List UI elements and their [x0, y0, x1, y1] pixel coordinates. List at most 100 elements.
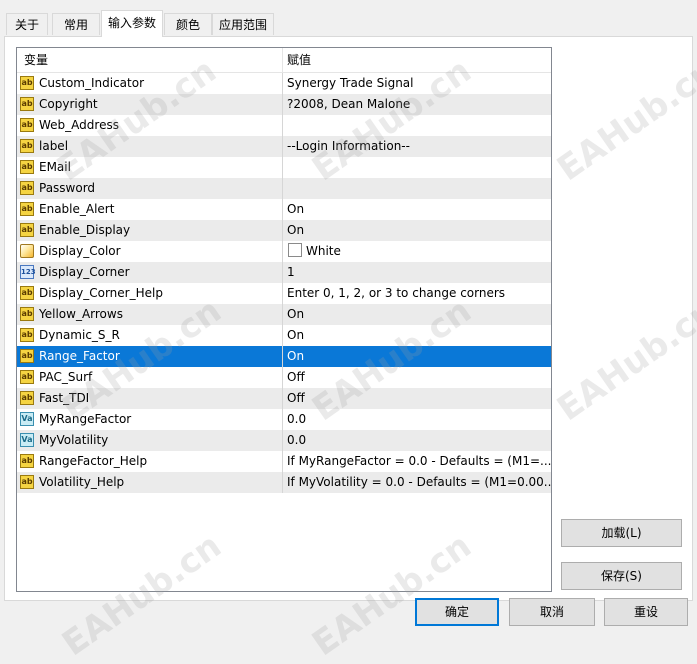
tab-input-parameters[interactable]: 输入参数 [101, 10, 163, 37]
load-button[interactable]: 加载(L) [561, 519, 682, 547]
parameter-value[interactable]: Synergy Trade Signal [283, 73, 551, 94]
parameter-row-volatility-help[interactable]: ab Volatility_Help If MyVolatility = 0.0 -… [17, 472, 551, 493]
parameter-name-text: Display_Corner [39, 265, 130, 279]
column-header-value[interactable]: 赋值 [283, 48, 551, 72]
parameter-row-email[interactable]: ab EMail [17, 157, 551, 178]
parameter-value[interactable]: 0.0 [283, 409, 551, 430]
parameter-value-text: On [287, 349, 305, 363]
parameter-row-range-factor[interactable]: ab Range_Factor On [17, 346, 551, 367]
parameter-name-text: Display_Color [39, 244, 121, 258]
parameter-row-pac-surf[interactable]: ab PAC_Surf Off [17, 367, 551, 388]
parameter-value[interactable] [283, 115, 551, 136]
parameter-row-copyright[interactable]: ab Copyright ?2008, Dean Malone [17, 94, 551, 115]
parameter-value[interactable] [283, 178, 551, 199]
parameter-value-text: Enter 0, 1, 2, or 3 to change corners [287, 286, 506, 300]
parameter-name-text: Fast_TDI [39, 391, 90, 405]
parameter-value-text: White [306, 244, 341, 258]
parameter-value[interactable]: 0.0 [283, 430, 551, 451]
parameter-value[interactable]: On [283, 220, 551, 241]
parameter-name-text: EMail [39, 160, 71, 174]
parameter-row-myrangefactor[interactable]: Va MyRangeFactor 0.0 [17, 409, 551, 430]
parameter-value[interactable]: White [283, 241, 551, 262]
parameter-name-text: MyRangeFactor [39, 412, 132, 426]
parameter-value[interactable]: If MyVolatility = 0.0 - Defaults = (M1=0… [283, 472, 551, 493]
parameter-value[interactable]: Enter 0, 1, 2, or 3 to change corners [283, 283, 551, 304]
grid-header: 变量 赋值 [17, 48, 551, 73]
string-type-icon: ab [20, 328, 34, 342]
parameter-value[interactable]: On [283, 325, 551, 346]
parameter-value-text: On [287, 307, 305, 321]
parameter-value[interactable]: On [283, 346, 551, 367]
parameter-row-fast-tdi[interactable]: ab Fast_TDI Off [17, 388, 551, 409]
parameter-name-text: Volatility_Help [39, 475, 125, 489]
parameter-value[interactable]: If MyRangeFactor = 0.0 - Defaults = (M1=… [283, 451, 551, 472]
parameter-value[interactable]: Off [283, 367, 551, 388]
parameter-value-text: 1 [287, 265, 295, 279]
parameter-value[interactable]: 1 [283, 262, 551, 283]
string-type-icon: ab [20, 160, 34, 174]
save-button[interactable]: 保存(S) [561, 562, 682, 590]
parameter-name: Va MyVolatility [17, 430, 283, 451]
string-type-icon: ab [20, 139, 34, 153]
parameter-name-text: Display_Corner_Help [39, 286, 163, 300]
parameter-name: ab EMail [17, 157, 283, 178]
parameter-value[interactable]: On [283, 199, 551, 220]
string-type-icon: ab [20, 97, 34, 111]
parameter-name: ab PAC_Surf [17, 367, 283, 388]
parameter-row-display-corner[interactable]: 123 Display_Corner 1 [17, 262, 551, 283]
parameter-row-enable-alert[interactable]: ab Enable_Alert On [17, 199, 551, 220]
tab-scope[interactable]: 应用范围 [212, 13, 274, 35]
reset-button[interactable]: 重设 [604, 598, 688, 626]
parameter-name-text: Enable_Display [39, 223, 131, 237]
string-type-icon: ab [20, 223, 34, 237]
parameter-name-text: PAC_Surf [39, 370, 93, 384]
parameter-name: ab Password [17, 178, 283, 199]
string-type-icon: ab [20, 454, 34, 468]
parameter-name: ab Fast_TDI [17, 388, 283, 409]
parameter-row-display-corner-help[interactable]: ab Display_Corner_Help Enter 0, 1, 2, or 3… [17, 283, 551, 304]
tab-common[interactable]: 常用 [52, 13, 100, 35]
parameter-row-yellow-arrows[interactable]: ab Yellow_Arrows On [17, 304, 551, 325]
integer-type-icon: 123 [20, 265, 36, 279]
parameter-name-text: Dynamic_S_R [39, 328, 120, 342]
cancel-button[interactable]: 取消 [509, 598, 595, 626]
parameter-value-text: On [287, 202, 305, 216]
double-type-icon: Va [20, 412, 34, 426]
string-type-icon: ab [20, 370, 34, 384]
parameter-name: ab Web_Address [17, 115, 283, 136]
parameter-row-myvolatility[interactable]: Va MyVolatility 0.0 [17, 430, 551, 451]
parameter-row-web-address[interactable]: ab Web_Address [17, 115, 551, 136]
parameter-row-password[interactable]: ab Password [17, 178, 551, 199]
double-type-icon: Va [20, 433, 34, 447]
parameter-row-dynamic-s-r[interactable]: ab Dynamic_S_R On [17, 325, 551, 346]
tab-about[interactable]: 关于 [6, 13, 48, 35]
parameter-name: 123 Display_Corner [17, 262, 283, 283]
column-header-variable[interactable]: 变量 [17, 48, 283, 72]
tab-colors[interactable]: 颜色 [164, 13, 212, 35]
parameter-value-text: If MyVolatility = 0.0 - Defaults = (M1=0… [287, 475, 551, 489]
parameter-row-rangefactor-help[interactable]: ab RangeFactor_Help If MyRangeFactor = 0.0… [17, 451, 551, 472]
parameters-grid[interactable]: 变量 赋值 ab Custom_Indicator Synergy Trade Si… [16, 47, 552, 592]
parameter-value[interactable] [283, 157, 551, 178]
parameter-value-text: On [287, 328, 305, 342]
parameter-value-text: Off [287, 370, 305, 384]
parameter-value-text: Off [287, 391, 305, 405]
parameter-row-label[interactable]: ab label --Login Information-- [17, 136, 551, 157]
parameter-value[interactable]: ?2008, Dean Malone [283, 94, 551, 115]
parameter-row-custom-indicator[interactable]: ab Custom_Indicator Synergy Trade Signal [17, 73, 551, 94]
parameter-value[interactable]: --Login Information-- [283, 136, 551, 157]
parameter-name: Display_Color [17, 241, 283, 262]
parameter-name: ab Enable_Display [17, 220, 283, 241]
parameter-name: ab Enable_Alert [17, 199, 283, 220]
parameter-name-text: Enable_Alert [39, 202, 115, 216]
color-type-icon [20, 244, 34, 258]
string-type-icon: ab [20, 118, 34, 132]
parameter-value[interactable]: On [283, 304, 551, 325]
tab-bar: 关于 常用 输入参数 颜色 应用范围 [4, 10, 693, 37]
parameter-name: ab Range_Factor [17, 346, 283, 367]
ok-button[interactable]: 确定 [415, 598, 499, 626]
parameter-row-enable-display[interactable]: ab Enable_Display On [17, 220, 551, 241]
parameter-value[interactable]: Off [283, 388, 551, 409]
parameter-name-text: Copyright [39, 97, 98, 111]
parameter-row-display-color[interactable]: Display_Color White [17, 241, 551, 262]
